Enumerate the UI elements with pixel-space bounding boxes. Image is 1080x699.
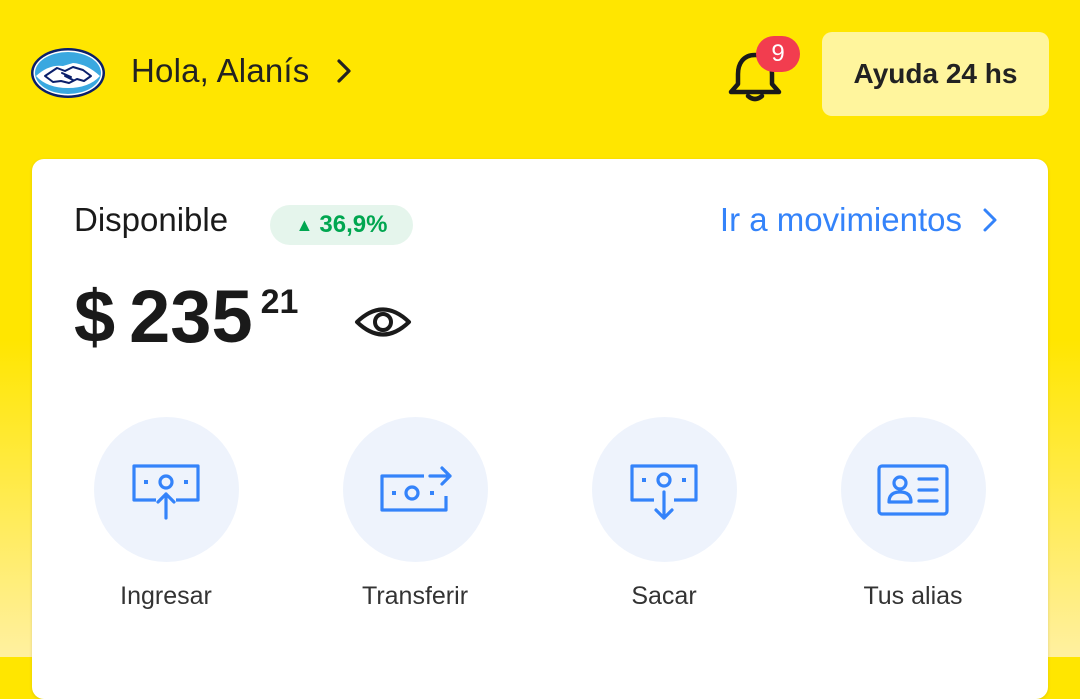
percent-change-badge: ▲ 36,9% xyxy=(270,205,413,245)
balance-integer: 235 xyxy=(129,275,253,358)
withdraw-icon xyxy=(630,463,698,520)
action-deposit[interactable]: Ingresar xyxy=(76,417,256,611)
profile-greeting-link[interactable]: Hola, Alanís xyxy=(131,52,354,90)
greeting-text: Hola, Alanís xyxy=(131,52,310,89)
action-label: Transferir xyxy=(361,582,469,610)
chevron-right-icon xyxy=(336,59,351,83)
help-24h-button[interactable]: Ayuda 24 hs xyxy=(822,32,1049,116)
action-alias[interactable]: Tus alias xyxy=(823,417,1003,611)
action-withdraw[interactable]: Sacar xyxy=(574,417,754,611)
triangle-up-icon: ▲ xyxy=(295,214,314,235)
alias-card-icon xyxy=(877,463,949,516)
action-label: Ingresar xyxy=(120,582,212,610)
action-label: Sacar xyxy=(631,582,697,610)
movements-link-label: Ir a movimientos xyxy=(719,201,962,238)
mercadopago-logo xyxy=(29,46,107,100)
eye-icon xyxy=(355,307,411,337)
transfer-icon xyxy=(380,465,452,512)
notification-count-badge: 9 xyxy=(756,36,800,72)
chevron-right-icon xyxy=(983,208,997,232)
toggle-balance-visibility-button[interactable] xyxy=(354,303,412,341)
deposit-icon xyxy=(132,463,200,520)
balance-amount: $ 235 21 xyxy=(74,272,298,362)
action-icon-circle xyxy=(93,417,239,562)
quick-actions: Ingresar Transferir Sacar Tus alias xyxy=(32,417,1048,617)
action-icon-circle xyxy=(342,417,488,562)
action-icon-circle xyxy=(840,417,986,562)
go-to-movements-link[interactable]: Ir a movimientos xyxy=(720,201,998,239)
balance-cents: 21 xyxy=(260,283,299,321)
percent-change-value: 36,9% xyxy=(319,211,388,238)
currency-symbol: $ xyxy=(74,275,116,358)
balance-card: Disponible ▲ 36,9% Ir a movimientos $ 23… xyxy=(32,159,1048,699)
notifications-button[interactable]: 9 xyxy=(726,36,800,104)
action-icon-circle xyxy=(591,417,737,562)
action-label: Tus alias xyxy=(863,582,963,610)
available-label: Disponible xyxy=(74,201,229,238)
action-transfer[interactable]: Transferir xyxy=(325,417,505,611)
